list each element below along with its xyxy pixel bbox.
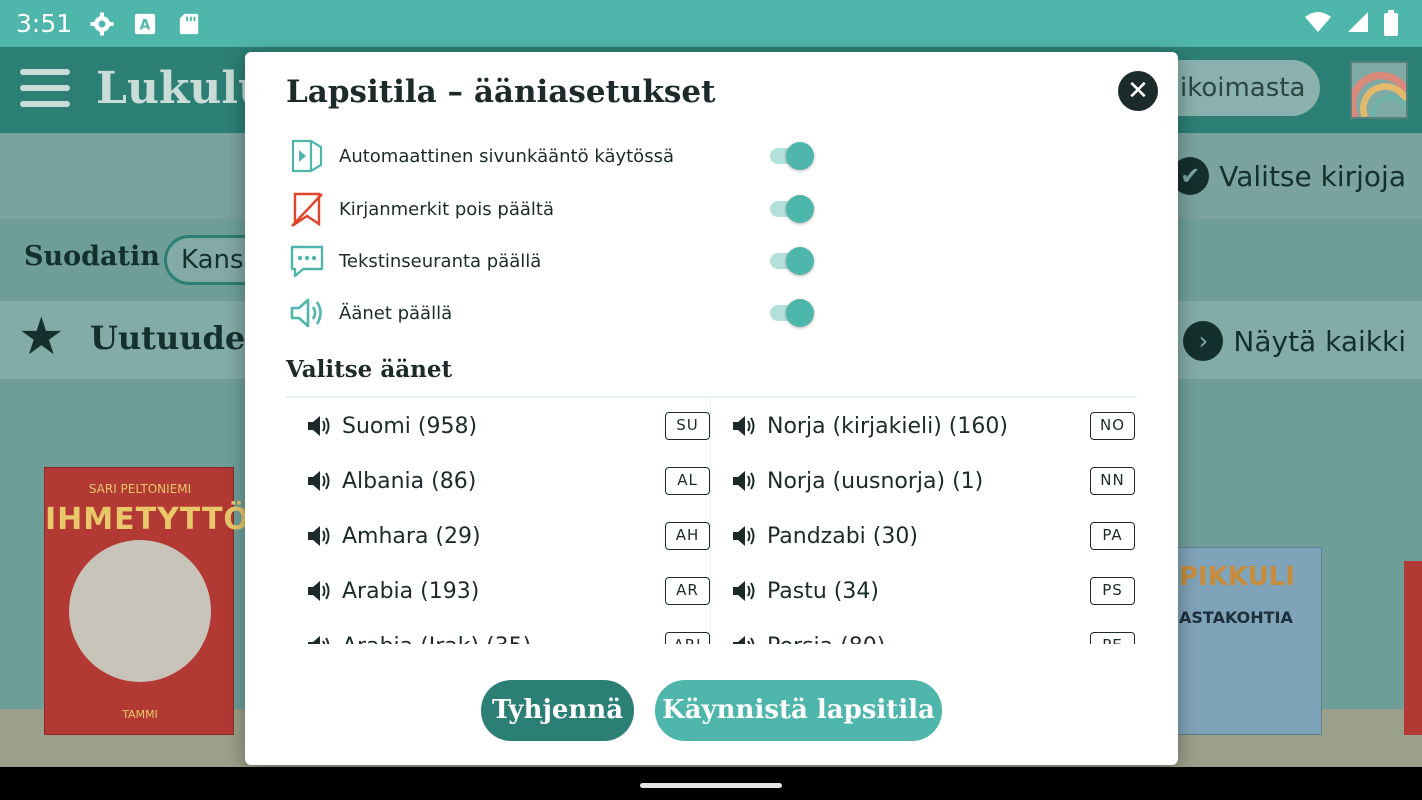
- chevron-right-icon: ›: [1183, 321, 1224, 361]
- svg-text:A: A: [140, 17, 151, 33]
- speaker-icon: [731, 468, 757, 494]
- setting-sounds-on: Äänet päällä: [289, 293, 819, 333]
- book-cover[interactable]: PIKKULI ASTAKOHTIA: [1170, 547, 1322, 735]
- avatar[interactable]: [1350, 61, 1408, 119]
- language-item[interactable]: Persia (80) PE: [731, 626, 1135, 644]
- setting-text-tracking: Tekstinseuranta päällä: [289, 241, 819, 281]
- language-code: PS: [1090, 577, 1135, 605]
- select-books-button[interactable]: ✔ Valitse kirjoja: [1171, 157, 1406, 195]
- setting-auto-page-turn: Automaattinen sivunkääntö käytössä: [289, 136, 819, 176]
- section-title: Uutuudet: [90, 319, 260, 357]
- toggle-sounds-on[interactable]: [770, 293, 816, 333]
- language-code: PE: [1090, 632, 1135, 644]
- language-name: Norja (uusnorja) (1): [767, 468, 984, 494]
- speaker-icon: [306, 523, 332, 549]
- language-name: Amhara (29): [342, 523, 481, 549]
- navigation-bar: [0, 767, 1422, 800]
- language-name: Albania (86): [342, 468, 477, 494]
- wifi-icon: [1304, 10, 1332, 42]
- language-code: AR: [665, 577, 710, 605]
- book-title: IHMETYTTÖ: [45, 502, 250, 537]
- language-item[interactable]: Pastu (34) PS: [731, 571, 1135, 611]
- dialog-title: Lapsitila – ääniasetukset: [286, 74, 716, 110]
- language-name: Arabia (193): [342, 578, 480, 604]
- speaker-icon: [306, 413, 332, 439]
- auto-page-turn-icon: [289, 138, 325, 174]
- app-logo: Lukulu: [96, 63, 271, 114]
- show-all-button[interactable]: › Näytä kaikki: [1183, 321, 1406, 361]
- book-publisher: TAMMI: [122, 708, 158, 721]
- gear-icon: [90, 12, 114, 36]
- select-books-label: Valitse kirjoja: [1219, 159, 1406, 193]
- home-handle[interactable]: [640, 783, 782, 788]
- setting-label: Kirjanmerkit pois päältä: [339, 198, 554, 220]
- voices-section-title: Valitse äänet: [286, 356, 453, 383]
- speaker-icon: [306, 578, 332, 604]
- language-name: Persia (80): [767, 634, 1090, 645]
- status-bar: 3:51 A: [0, 0, 1422, 47]
- sd-card-icon: [178, 12, 202, 36]
- close-icon: ✕: [1127, 76, 1149, 106]
- language-code: NN: [1090, 467, 1135, 495]
- toggle-text-tracking[interactable]: [770, 241, 816, 281]
- language-item[interactable]: Albania (86) AL: [306, 461, 710, 501]
- language-code: SU: [665, 412, 710, 440]
- language-name: Norja (kirjakieli) (160): [767, 413, 1008, 439]
- language-item[interactable]: Arabia (Irak) (35) ARI: [306, 626, 710, 644]
- close-button[interactable]: ✕: [1118, 71, 1158, 111]
- language-item[interactable]: Pandzabi (30) PA: [731, 516, 1135, 556]
- toggle-bookmarks-off[interactable]: [770, 189, 816, 229]
- start-child-mode-button[interactable]: Käynnistä lapsitila: [655, 680, 942, 741]
- book-subtitle: ASTAKOHTIA: [1179, 608, 1293, 627]
- speaker-icon: [289, 295, 325, 331]
- speaker-icon: [306, 633, 332, 644]
- setting-label: Äänet päällä: [339, 302, 453, 324]
- clear-button[interactable]: Tyhjennä: [481, 680, 634, 741]
- language-item[interactable]: Arabia (193) AR: [306, 571, 710, 611]
- book-cover[interactable]: SARI PELTONIEMI IHMETYTTÖ TAMMI: [44, 467, 250, 735]
- language-code: ARI: [665, 632, 710, 644]
- signal-icon: [1346, 10, 1370, 42]
- speaker-icon: [306, 468, 332, 494]
- book-cover[interactable]: [1404, 561, 1422, 735]
- language-name: Pastu (34): [767, 578, 879, 604]
- language-item[interactable]: Norja (kirjakieli) (160) NO: [731, 406, 1135, 446]
- menu-icon[interactable]: [20, 69, 70, 109]
- star-icon: ★: [18, 307, 65, 367]
- speaker-icon: [731, 413, 757, 439]
- text-tracking-icon: [289, 243, 325, 279]
- cover-illustration: [69, 540, 211, 682]
- book-title: PIKKULI: [1179, 562, 1295, 592]
- speaker-icon: [731, 633, 757, 644]
- language-item[interactable]: Norja (uusnorja) (1) NN: [731, 461, 1135, 501]
- language-item[interactable]: Suomi (958) SU: [306, 406, 710, 446]
- language-item[interactable]: Amhara (29) AH: [306, 516, 710, 556]
- battery-icon: [1384, 10, 1398, 42]
- language-code: NO: [1090, 412, 1135, 440]
- toggle-auto-page-turn[interactable]: [770, 136, 816, 176]
- setting-label: Tekstinseuranta päällä: [339, 250, 542, 272]
- column-divider: [710, 398, 711, 644]
- bookmark-off-icon: [289, 191, 325, 227]
- setting-label: Automaattinen sivunkääntö käytössä: [339, 145, 674, 167]
- language-name: Suomi (958): [342, 413, 478, 439]
- a-icon: A: [134, 12, 158, 36]
- language-code: AH: [665, 522, 710, 550]
- show-all-label: Näytä kaikki: [1233, 324, 1406, 358]
- book-author: SARI PELTONIEMI: [88, 482, 192, 496]
- filter-label: Suodatin: [24, 241, 160, 272]
- speaker-icon: [731, 578, 757, 604]
- language-code: AL: [665, 467, 710, 495]
- language-code: PA: [1090, 522, 1135, 550]
- speaker-icon: [731, 523, 757, 549]
- setting-bookmarks-off: Kirjanmerkit pois päältä: [289, 189, 819, 229]
- audio-settings-dialog: Lapsitila – ääniasetukset ✕ Automaattine…: [245, 52, 1178, 765]
- voices-list[interactable]: Suomi (958) SU Albania (86) AL Amhara (2…: [286, 396, 1137, 644]
- language-name: Pandzabi (30): [767, 523, 918, 549]
- status-time: 3:51: [16, 9, 73, 38]
- language-name: Arabia (Irak) (35): [342, 634, 665, 645]
